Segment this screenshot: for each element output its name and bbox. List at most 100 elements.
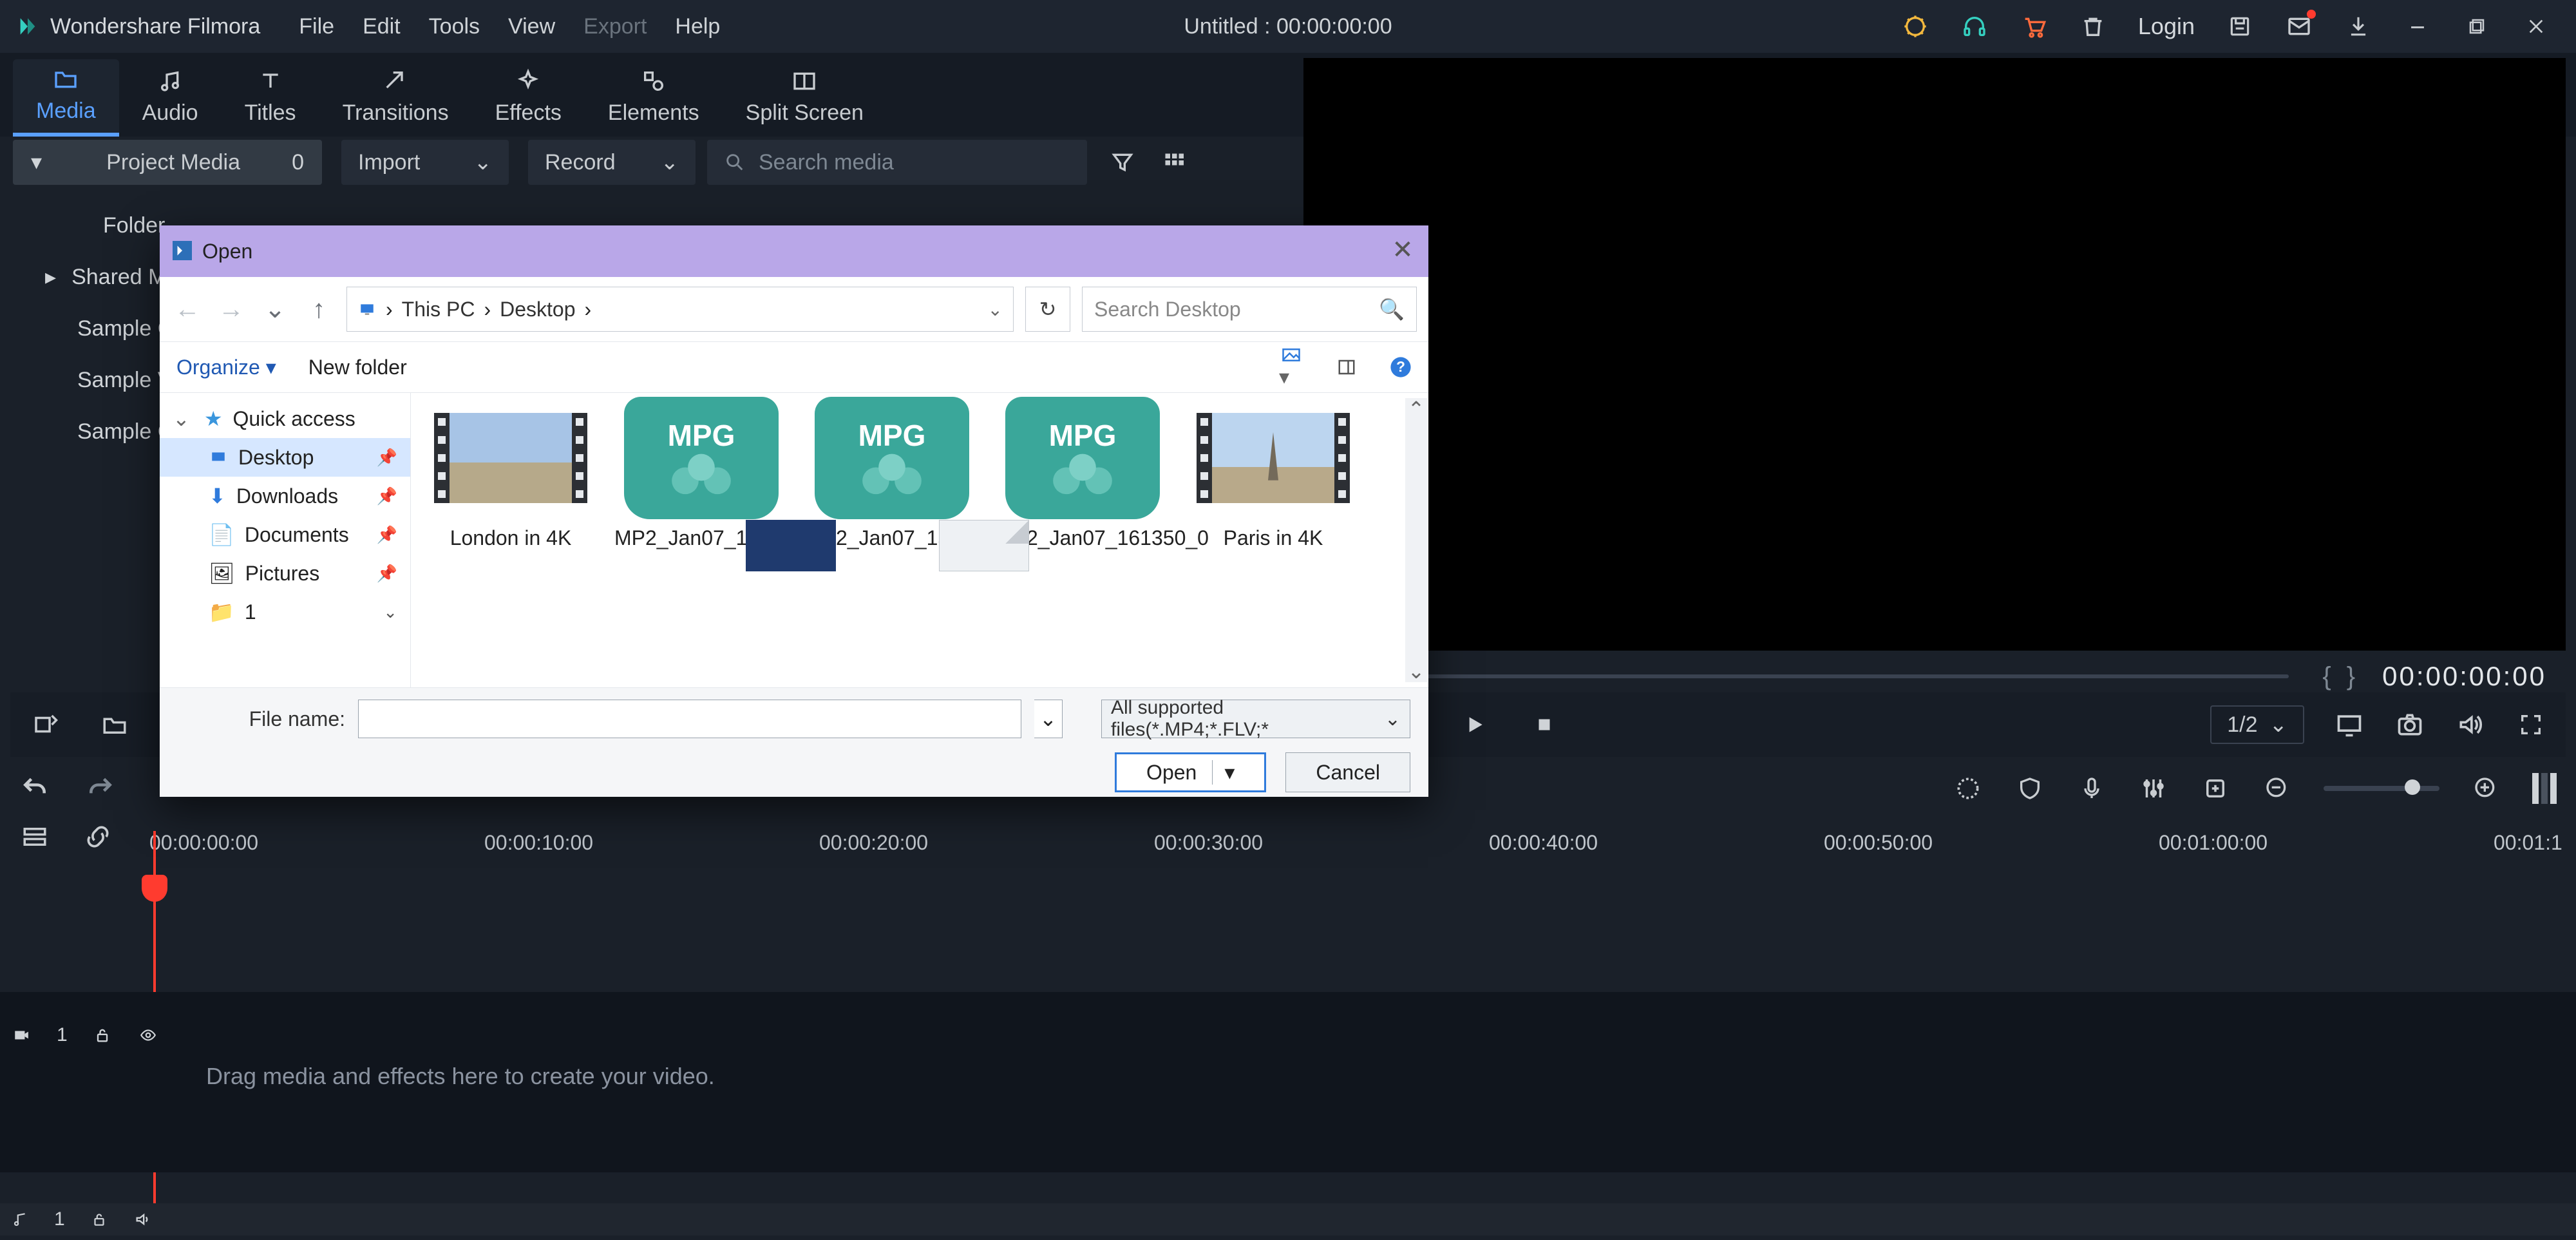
login-link[interactable]: Login [2138, 13, 2195, 40]
headset-icon[interactable] [1960, 12, 1989, 41]
menu-help[interactable]: Help [675, 14, 720, 39]
breadcrumb-this-pc[interactable]: This PC [402, 298, 475, 321]
playback-progress[interactable] [1301, 674, 2289, 678]
lock-icon[interactable] [93, 1025, 111, 1045]
zoom-in-icon[interactable] [2470, 773, 2501, 804]
play-icon[interactable] [1459, 709, 1490, 740]
menu-view[interactable]: View [508, 14, 555, 39]
grid-view-icon[interactable] [1158, 146, 1190, 178]
marker-add-icon[interactable] [2200, 773, 2231, 804]
undo-icon[interactable] [19, 773, 50, 804]
new-folder-button[interactable]: New folder [308, 356, 407, 379]
search-media-input[interactable]: Search media [707, 140, 1087, 185]
playhead-handle-icon[interactable] [142, 875, 167, 902]
window-restore-icon[interactable] [2463, 12, 2491, 41]
zoom-fit-icon[interactable] [2532, 773, 2557, 804]
mark-out-icon[interactable]: } [2347, 662, 2355, 691]
nav-up-icon[interactable]: ↑ [303, 295, 335, 324]
tips-icon[interactable] [1901, 12, 1929, 41]
scroll-up-icon[interactable]: ⌃ [1405, 398, 1427, 420]
cart-icon[interactable] [2020, 12, 2048, 41]
lock-icon[interactable] [91, 1210, 108, 1228]
folder-open-icon[interactable] [99, 709, 130, 740]
redo-icon[interactable] [85, 773, 116, 804]
record-button[interactable]: Record⌄ [528, 140, 696, 185]
preview-pane-icon[interactable] [1336, 358, 1358, 377]
dialog-search-input[interactable]: Search Desktop 🔍 [1082, 287, 1417, 332]
mpg-file-icon: MPG [1005, 397, 1160, 519]
view-mode-icon[interactable]: ▾ [1279, 345, 1303, 389]
stop-icon[interactable] [1529, 709, 1560, 740]
nav-recent-icon[interactable]: ⌄ [259, 294, 291, 324]
nav-forward-icon[interactable]: → [215, 295, 247, 324]
zoom-out-icon[interactable] [2262, 773, 2293, 804]
breadcrumb-desktop[interactable]: Desktop [500, 298, 575, 321]
address-bar[interactable]: › This PC › Desktop › ⌄ [346, 287, 1014, 332]
menu-file[interactable]: File [299, 14, 334, 39]
file-type-dropdown[interactable]: All supported files(*.MP4;*.FLV;*⌄ [1101, 700, 1410, 738]
dialog-close-button[interactable]: ✕ [1390, 237, 1416, 263]
zoom-slider[interactable] [2324, 786, 2439, 791]
address-dropdown-icon[interactable]: ⌄ [988, 299, 1003, 320]
file-name-input[interactable] [358, 700, 1021, 738]
link-icon[interactable] [82, 821, 113, 852]
tree-pictures[interactable]: 🖼Pictures📌 [160, 554, 410, 593]
save-icon[interactable] [2226, 12, 2254, 41]
refresh-button[interactable]: ↻ [1025, 287, 1070, 332]
file-item-partial[interactable] [939, 520, 1029, 571]
preview-scale-dropdown[interactable]: 1/2⌄ [2210, 705, 2304, 744]
speaker-icon[interactable] [133, 1210, 153, 1228]
chevron-down-icon[interactable]: ⌄ [383, 602, 397, 622]
file-item[interactable]: London in 4K [417, 397, 604, 550]
shield-icon[interactable] [2014, 773, 2045, 804]
cancel-button[interactable]: Cancel [1285, 752, 1410, 792]
file-name-dropdown[interactable]: ⌄ [1034, 700, 1063, 738]
import-button[interactable]: Import⌄ [341, 140, 509, 185]
tab-audio[interactable]: Audio [119, 59, 222, 137]
display-icon[interactable] [2334, 709, 2365, 740]
volume-icon[interactable] [2455, 709, 2486, 740]
menu-tools[interactable]: Tools [429, 14, 480, 39]
tree-documents[interactable]: 📄Documents📌 [160, 515, 410, 554]
project-media-header[interactable]: ▾ Project Media 0 [13, 140, 322, 185]
tab-split-screen[interactable]: Split Screen [723, 59, 887, 137]
window-close-icon[interactable] [2522, 12, 2550, 41]
trash-icon[interactable] [2079, 12, 2107, 41]
download-icon[interactable] [2344, 12, 2372, 41]
tab-transitions[interactable]: Transitions [319, 59, 472, 137]
snapshot-icon[interactable] [2394, 709, 2425, 740]
menu-edit[interactable]: Edit [363, 14, 401, 39]
file-item-partial[interactable] [746, 520, 836, 571]
marker-dotted-icon[interactable] [1953, 773, 1984, 804]
zoom-slider-knob[interactable] [2405, 779, 2420, 795]
tree-folder-1[interactable]: 📁1⌄ [160, 593, 410, 631]
match-frame-icon[interactable] [30, 709, 61, 740]
filter-icon[interactable] [1106, 146, 1139, 178]
tree-downloads[interactable]: ⬇Downloads📌 [160, 477, 410, 515]
timeline-ruler[interactable]: 00:00:00:00 00:00:10:00 00:00:20:00 00:0… [142, 831, 2576, 882]
window-minimize-icon[interactable] [2403, 12, 2432, 41]
timeline-manager-icon[interactable] [19, 821, 50, 852]
mark-in-icon[interactable]: { [2322, 662, 2331, 691]
mic-icon[interactable] [2076, 773, 2107, 804]
scroll-down-icon[interactable]: ⌄ [1405, 660, 1427, 682]
tree-desktop[interactable]: Desktop📌 [160, 438, 410, 477]
tab-elements[interactable]: Elements [585, 59, 723, 137]
organize-button[interactable]: Organize ▾ [176, 355, 276, 379]
audio-track-1[interactable]: 1 [0, 1203, 2576, 1235]
message-icon[interactable] [2285, 12, 2313, 41]
open-split-icon[interactable]: ▾ [1212, 760, 1235, 785]
eye-icon[interactable] [137, 1027, 159, 1044]
mixer-icon[interactable] [2138, 773, 2169, 804]
file-grid[interactable]: London in 4K MPG MP2_Jan07_142151_0 MPG … [411, 393, 1428, 687]
tab-titles[interactable]: Titles [222, 59, 319, 137]
help-icon[interactable]: ? [1390, 356, 1412, 378]
tab-media[interactable]: Media [13, 59, 119, 137]
fullscreen-icon[interactable] [2515, 709, 2546, 740]
scrollbar[interactable]: ⌃⌄ [1405, 398, 1427, 682]
file-item[interactable]: Paris in 4K [1180, 397, 1367, 550]
nav-back-icon[interactable]: ← [171, 295, 204, 324]
tree-quick-access[interactable]: ⌄★Quick access [160, 399, 410, 438]
tab-effects[interactable]: Effects [472, 59, 585, 137]
open-button[interactable]: Open▾ [1115, 752, 1266, 792]
